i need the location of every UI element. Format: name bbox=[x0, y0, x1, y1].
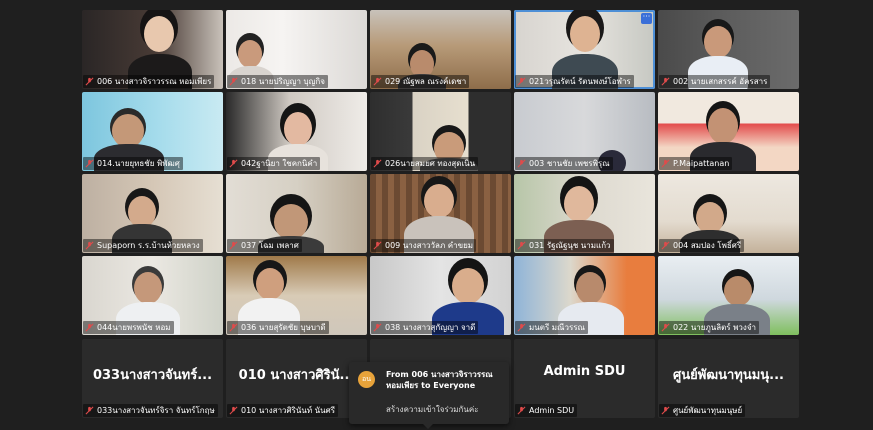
mic-muted-icon bbox=[85, 159, 94, 168]
video-tile[interactable]: มนตรี มณีวรรณ bbox=[514, 256, 655, 335]
video-tile-active[interactable]: ··· 021วรุณรัตน์ รัตนพงษ์โอฬาร bbox=[514, 10, 655, 89]
participant-name-label: 022 นายภูนลิตร์ พวงจำ bbox=[659, 321, 759, 334]
video-tile[interactable]: 044นายพรพนัช หอม bbox=[82, 256, 223, 335]
participant-name-label: P.Maipattanan bbox=[659, 157, 733, 170]
participant-name-label: 014.นายยุทธชัย พิพัฒศุ bbox=[83, 157, 183, 170]
video-tile[interactable]: P.Maipattanan bbox=[658, 92, 799, 171]
mic-muted-icon bbox=[661, 241, 670, 250]
video-tile-camera-off[interactable]: 033นางสาวจันทร์... 033นางสาวจันทร์จิรา จ… bbox=[82, 339, 223, 418]
participant-display-name: ศูนย์พัฒนาทุนมนุ... bbox=[673, 368, 784, 383]
participant-name-label: Supaporn ร.ร.บ้านห้วยหลวง bbox=[83, 239, 203, 252]
mic-muted-icon bbox=[373, 241, 382, 250]
participant-name-label: 026นายสมยศ ทองสุดเนิน bbox=[371, 157, 479, 170]
mic-muted-icon bbox=[229, 323, 238, 332]
participant-name-label: 004 สมปอง โพธิ์ศรี bbox=[659, 239, 745, 252]
video-tile[interactable]: 004 สมปอง โพธิ์ศรี bbox=[658, 174, 799, 253]
video-tile[interactable]: 036 นายสุรัตชัย บุษบาดี bbox=[226, 256, 367, 335]
participant-name-label: 037 โฉม เพลาศ bbox=[227, 239, 302, 252]
participant-name-label: 044นายพรพนัช หอม bbox=[83, 321, 174, 334]
mic-muted-icon bbox=[85, 241, 94, 250]
participant-name-label: 036 นายสุรัตชัย บุษบาดี bbox=[227, 321, 329, 334]
mic-muted-icon bbox=[517, 406, 526, 415]
mic-muted-icon bbox=[229, 159, 238, 168]
participant-display-name: 010 นางสาวศิรินั... bbox=[238, 368, 355, 383]
participant-name-label: 021วรุณรัตน์ รัตนพงษ์โอฬาร bbox=[515, 75, 634, 88]
participant-name-label: 042ฐานิยา ใชคกนิคำ bbox=[227, 157, 321, 170]
mic-muted-icon bbox=[517, 323, 526, 332]
mic-muted-icon bbox=[517, 241, 526, 250]
participant-name-label: 003 ชานชัย เพชรพิรุณ bbox=[515, 157, 613, 170]
video-tile[interactable]: 006 นางสาวจิราวรรณ หอมเพียร bbox=[82, 10, 223, 89]
mic-muted-icon bbox=[85, 323, 94, 332]
participant-display-name: Admin SDU bbox=[543, 364, 626, 379]
video-tile-camera-off[interactable]: 010 นางสาวศิรินั... 010 นางสาวศิรินันท์ … bbox=[226, 339, 367, 418]
more-options-icon[interactable]: ··· bbox=[641, 13, 652, 24]
video-tile[interactable]: 037 โฉม เพลาศ bbox=[226, 174, 367, 253]
video-tile-camera-off[interactable]: Admin SDU Admin SDU bbox=[514, 339, 655, 418]
video-tile[interactable]: 002 นายเสกสรรค์ อัครสาร bbox=[658, 10, 799, 89]
chat-notification[interactable]: อน From 006 นางสาวจิราวรรณ หอมเพียร to E… bbox=[349, 362, 509, 429]
mic-muted-icon bbox=[661, 77, 670, 86]
participant-name-label: 010 นางสาวศิรินันท์ นันศรี bbox=[227, 404, 338, 417]
sender-avatar: อน bbox=[358, 371, 375, 388]
video-tile-camera-off[interactable]: ศูนย์พัฒนาทุนมนุ... ศูนย์พัฒนาทุนมนุษย์ bbox=[658, 339, 799, 418]
participant-name-label: 031 รัฐณัฐนุช นามแก้ว bbox=[515, 239, 614, 252]
toast-pointer bbox=[423, 424, 433, 429]
mic-muted-icon bbox=[517, 77, 526, 86]
participant-display-name: 033นางสาวจันทร์... bbox=[92, 368, 213, 383]
mic-muted-icon bbox=[373, 159, 382, 168]
mic-muted-icon bbox=[229, 241, 238, 250]
video-tile[interactable]: 009 นางสาววัลภ คำขยม bbox=[370, 174, 511, 253]
mic-muted-icon bbox=[229, 77, 238, 86]
mic-muted-icon bbox=[85, 77, 94, 86]
participant-name-label: Admin SDU bbox=[515, 404, 578, 417]
participant-name-label: 009 นางสาววัลภ คำขยม bbox=[371, 239, 477, 252]
participant-name-label: มนตรี มณีวรรณ bbox=[515, 321, 588, 334]
video-tile[interactable]: 014.นายยุทธชัย พิพัฒศุ bbox=[82, 92, 223, 171]
participant-name-label: 018 นายปริญญา บุญกิจ bbox=[227, 75, 328, 88]
mic-muted-icon bbox=[373, 77, 382, 86]
participant-name-label: 006 นางสาวจิราวรรณ หอมเพียร bbox=[83, 75, 215, 88]
chat-message: สร้างความเข้าใจร่วมกันค่ะ bbox=[386, 405, 479, 414]
participant-name-label: 002 นายเสกสรรค์ อัครสาร bbox=[659, 75, 771, 88]
video-tile[interactable]: 038 นางสาวสุกัญญา จาดี bbox=[370, 256, 511, 335]
mic-muted-icon bbox=[661, 159, 670, 168]
participant-name-label: 033นางสาวจันทร์จิรา จันทร์โกฤษ bbox=[83, 404, 218, 417]
video-tile[interactable]: 018 นายปริญญา บุญกิจ bbox=[226, 10, 367, 89]
video-tile[interactable]: 003 ชานชัย เพชรพิรุณ bbox=[514, 92, 655, 171]
mic-muted-icon bbox=[517, 159, 526, 168]
video-tile[interactable]: 026นายสมยศ ทองสุดเนิน bbox=[370, 92, 511, 171]
chat-sender: From 006 นางสาวจิราวรรณ หอมเพียร to Ever… bbox=[386, 370, 493, 390]
mic-muted-icon bbox=[229, 406, 238, 415]
participant-name-label: 029 ณัฐพล ณรงค์เดชา bbox=[371, 75, 470, 88]
mic-muted-icon bbox=[85, 406, 94, 415]
participant-name-label: ศูนย์พัฒนาทุนมนุษย์ bbox=[659, 404, 746, 417]
video-grid: 006 นางสาวจิราวรรณ หอมเพียร 018 นายปริญญ… bbox=[82, 10, 800, 420]
video-tile[interactable]: 022 นายภูนลิตร์ พวงจำ bbox=[658, 256, 799, 335]
mic-muted-icon bbox=[661, 323, 670, 332]
mic-muted-icon bbox=[373, 323, 382, 332]
mic-muted-icon bbox=[661, 406, 670, 415]
video-tile[interactable]: 029 ณัฐพล ณรงค์เดชา bbox=[370, 10, 511, 89]
video-tile[interactable]: 042ฐานิยา ใชคกนิคำ bbox=[226, 92, 367, 171]
video-tile[interactable]: Supaporn ร.ร.บ้านห้วยหลวง bbox=[82, 174, 223, 253]
participant-name-label: 038 นางสาวสุกัญญา จาดี bbox=[371, 321, 479, 334]
video-tile[interactable]: 031 รัฐณัฐนุช นามแก้ว bbox=[514, 174, 655, 253]
